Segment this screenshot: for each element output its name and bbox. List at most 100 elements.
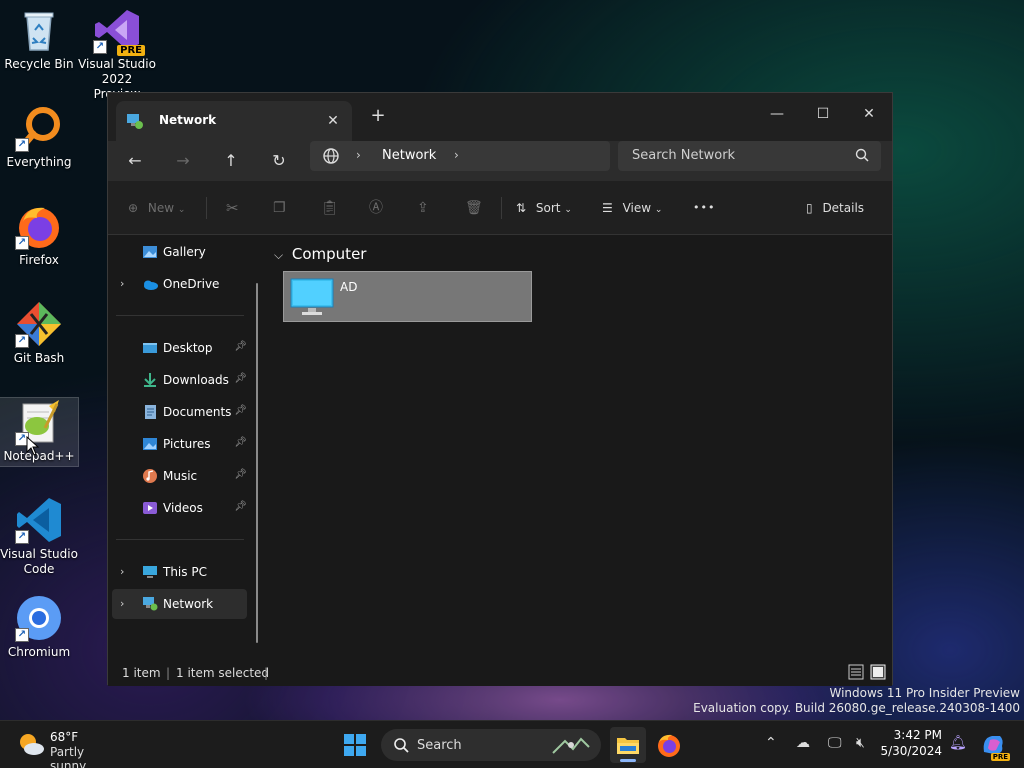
- sidebar-item-label: Gallery: [163, 245, 206, 259]
- address-bar[interactable]: › Network ›: [310, 141, 610, 171]
- copy-button[interactable]: ❐: [273, 197, 286, 219]
- sidebar-item-label: Pictures: [163, 437, 211, 451]
- chevron-right-icon[interactable]: ›: [120, 277, 124, 290]
- sidebar-item-network[interactable]: › Network: [112, 589, 247, 619]
- desktop-icon-everything[interactable]: ↗ Everything: [0, 104, 78, 170]
- sidebar-item-this-pc[interactable]: › This PC: [112, 557, 247, 587]
- maximize-button[interactable]: ☐: [800, 99, 846, 129]
- copilot-badge: PRE: [990, 753, 1010, 761]
- desktop-icon-firefox[interactable]: ↗ Firefox: [0, 202, 78, 268]
- sort-label: Sort: [535, 201, 561, 215]
- new-tab-button[interactable]: +: [366, 105, 390, 126]
- shortcut-arrow-icon: ↗: [93, 40, 107, 54]
- content-pane: ⌵ Computer AD: [266, 235, 892, 660]
- new-button[interactable]: ⊕ New ⌄: [128, 197, 185, 219]
- chevron-right-icon[interactable]: ›: [120, 565, 124, 578]
- rename-button[interactable]: Ⓐ: [369, 197, 383, 219]
- close-window-button[interactable]: ✕: [846, 99, 892, 129]
- git-bash-icon: ↗: [15, 300, 63, 348]
- sidebar-item-onedrive[interactable]: › OneDrive: [112, 269, 247, 299]
- back-button[interactable]: ←: [120, 147, 150, 175]
- view-label: View: [622, 201, 652, 215]
- search-box[interactable]: Search Network: [618, 141, 881, 171]
- sidebar-item-label: Downloads: [163, 373, 229, 387]
- desktop-icon-chromium[interactable]: ↗ Chromium: [0, 594, 78, 660]
- divider: |: [166, 666, 171, 680]
- divider: |: [264, 666, 269, 680]
- taskbar-search[interactable]: Search: [381, 729, 601, 761]
- sidebar-item-pictures[interactable]: Pictures 📌︎: [112, 429, 247, 459]
- search-highlight-icon: [551, 733, 591, 760]
- copilot-button[interactable]: PRE: [980, 732, 1010, 761]
- forward-button[interactable]: →: [168, 147, 198, 175]
- sidebar-item-desktop[interactable]: Desktop 📌︎: [112, 333, 247, 363]
- up-button[interactable]: ↑: [216, 147, 246, 175]
- partly-sunny-icon: [16, 731, 46, 760]
- details-pane-icon: ▯: [806, 201, 813, 215]
- sidebar-item-documents[interactable]: Documents 📌︎: [112, 397, 247, 427]
- rename-icon: Ⓐ: [369, 200, 383, 216]
- volume-muted-icon[interactable]: 🔇︎: [856, 735, 865, 751]
- title-bar[interactable]: Network ✕ + — ☐ ✕: [108, 93, 892, 141]
- taskbar: 68°F Partly sunny Search ⌃ ☁︎ 🖵︎ 🔇︎ 3:42…: [0, 720, 1024, 768]
- sidebar-item-downloads[interactable]: Downloads 📌︎: [112, 365, 247, 395]
- details-button[interactable]: ▯ Details: [806, 197, 864, 219]
- firefox-icon: [658, 734, 680, 757]
- chevron-right-icon[interactable]: ›: [120, 597, 124, 610]
- share-button[interactable]: ⇪: [417, 197, 429, 219]
- share-icon: ⇪: [417, 200, 429, 216]
- new-label: New: [147, 201, 175, 215]
- onedrive-offline-icon[interactable]: ☁︎: [796, 735, 810, 751]
- desktop-icon-recycle-bin[interactable]: Recycle Bin: [0, 6, 78, 72]
- shortcut-arrow-icon: ↗: [15, 138, 29, 152]
- sidebar-item-label: OneDrive: [163, 277, 220, 291]
- show-hidden-icons-button[interactable]: ⌃: [765, 735, 777, 751]
- preview-badge: PRE: [117, 45, 145, 56]
- chromium-icon: ↗: [15, 594, 63, 642]
- taskbar-file-explorer[interactable]: [610, 727, 646, 763]
- sidebar-item-label: Desktop: [163, 341, 213, 355]
- chevron-right-icon: ›: [356, 148, 361, 162]
- desktop-icon-visual-studio-preview[interactable]: PRE ↗ Visual Studio2022 Preview: [78, 6, 156, 102]
- details-view-button[interactable]: [848, 664, 864, 683]
- notification-bell-icon[interactable]: 🔔︎: [949, 735, 967, 751]
- sidebar-item-label: Documents: [163, 405, 232, 419]
- search-input[interactable]: Search Network: [632, 148, 735, 163]
- search-icon: [855, 148, 869, 165]
- sidebar-item-music[interactable]: Music 📌︎: [112, 461, 247, 491]
- sidebar-scrollbar[interactable]: [256, 283, 258, 643]
- clock[interactable]: 3:42 PM 5/30/2024: [880, 728, 942, 758]
- tab-network[interactable]: Network ✕: [116, 101, 352, 141]
- paste-button[interactable]: 📋︎: [321, 197, 339, 219]
- close-tab-button[interactable]: ✕: [322, 110, 344, 132]
- pin-icon: 📌︎: [234, 405, 247, 416]
- group-header-computer[interactable]: ⌵ Computer: [274, 245, 366, 263]
- sidebar-item-gallery[interactable]: Gallery: [112, 237, 247, 267]
- everything-icon: ↗: [15, 104, 63, 152]
- cut-button[interactable]: ✂: [226, 197, 239, 219]
- shortcut-arrow-icon: ↗: [15, 236, 29, 250]
- taskbar-firefox[interactable]: [656, 732, 682, 761]
- view-icon: ☰: [602, 201, 613, 215]
- divider: [116, 539, 244, 540]
- scissors-icon: ✂: [226, 199, 239, 217]
- see-more-button[interactable]: •••: [693, 197, 715, 219]
- network-item-ad[interactable]: AD: [283, 271, 532, 322]
- desktop-icon-git-bash[interactable]: ↗ Git Bash: [0, 300, 78, 366]
- weather-widget[interactable]: 68°F Partly sunny: [14, 727, 124, 768]
- chevron-right-icon[interactable]: ›: [454, 148, 459, 162]
- sidebar-item-videos[interactable]: Videos 📌︎: [112, 493, 247, 523]
- minimize-button[interactable]: —: [754, 99, 800, 129]
- music-icon: [142, 468, 158, 484]
- view-button[interactable]: ☰ View ⌄: [602, 197, 662, 219]
- delete-button[interactable]: 🗑︎: [465, 197, 483, 219]
- clock-time: 3:42 PM: [893, 728, 942, 742]
- tiles-view-button[interactable]: [870, 664, 886, 683]
- refresh-button[interactable]: ↻: [264, 147, 294, 175]
- weather-temp: 68°F: [50, 730, 79, 744]
- network-status-icon[interactable]: 🖵︎: [828, 735, 842, 751]
- start-button[interactable]: [343, 733, 367, 760]
- desktop-icon-vscode[interactable]: ↗ Visual Studio Code: [0, 496, 78, 577]
- address-segment-network[interactable]: Network: [382, 148, 436, 163]
- sort-button[interactable]: ⇅ Sort ⌄: [516, 197, 572, 219]
